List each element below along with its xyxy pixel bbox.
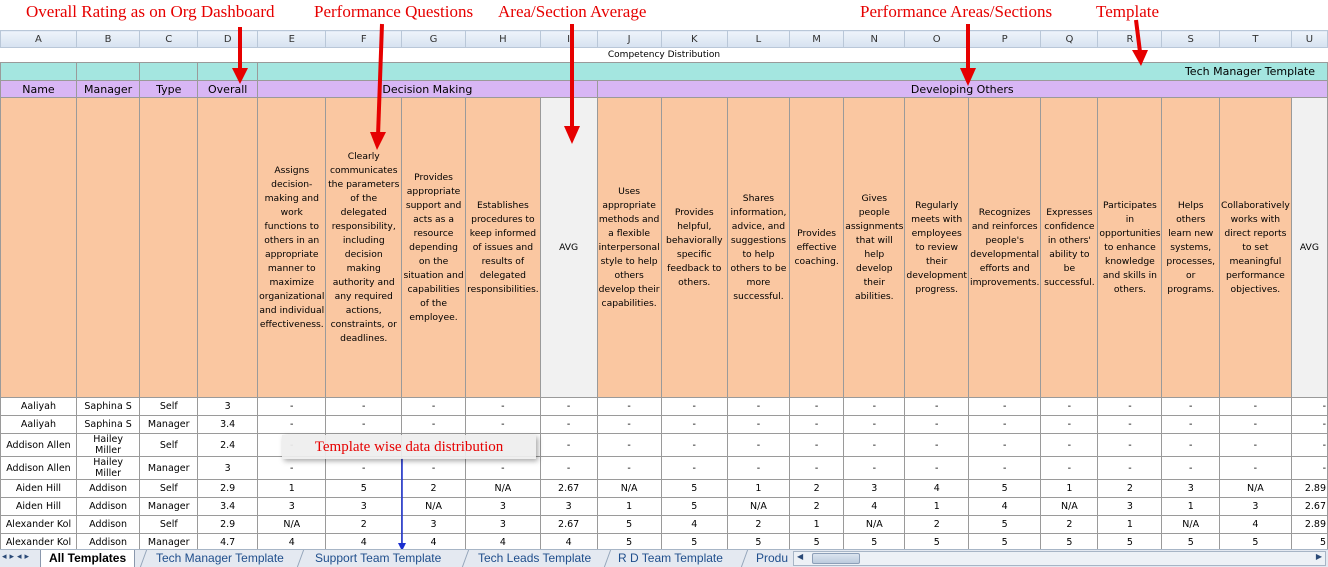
horizontal-scrollbar[interactable]: ◀ ▶ [793, 551, 1326, 566]
tab-nav-arrows-icon[interactable]: ◂▸◂▸ [2, 551, 32, 562]
tab-produ[interactable]: Produ [748, 550, 796, 567]
scroll-left-icon[interactable]: ◀ [797, 552, 803, 561]
arrow-template-distribution [398, 458, 406, 551]
sheet-tab-bar: ◂▸◂▸ All Templates Tech Manager Template… [0, 549, 1328, 567]
arrow-overall-rating [232, 27, 248, 84]
tab-tech-manager-template[interactable]: Tech Manager Template [148, 550, 292, 567]
arrow-performance-questions [370, 23, 386, 150]
tab-tech-leads-template[interactable]: Tech Leads Template [470, 550, 599, 567]
tab-separator [296, 550, 305, 567]
scroll-right-icon[interactable]: ▶ [1316, 552, 1322, 561]
arrow-template [1132, 19, 1148, 66]
tab-separator [139, 550, 148, 567]
tab-all-templates[interactable]: All Templates [40, 550, 136, 567]
tab-separator [461, 550, 470, 567]
arrow-area-average [564, 24, 580, 144]
tab-support-team-template[interactable]: Support Team Template [307, 550, 449, 567]
template-distribution-callout: Template wise data distribution [282, 435, 536, 459]
arrow-performance-areas [960, 24, 976, 86]
tab-rd-team-template[interactable]: R D Team Template [610, 550, 731, 567]
scrollbar-thumb[interactable] [812, 553, 860, 564]
annotation-arrows [232, 19, 1148, 551]
